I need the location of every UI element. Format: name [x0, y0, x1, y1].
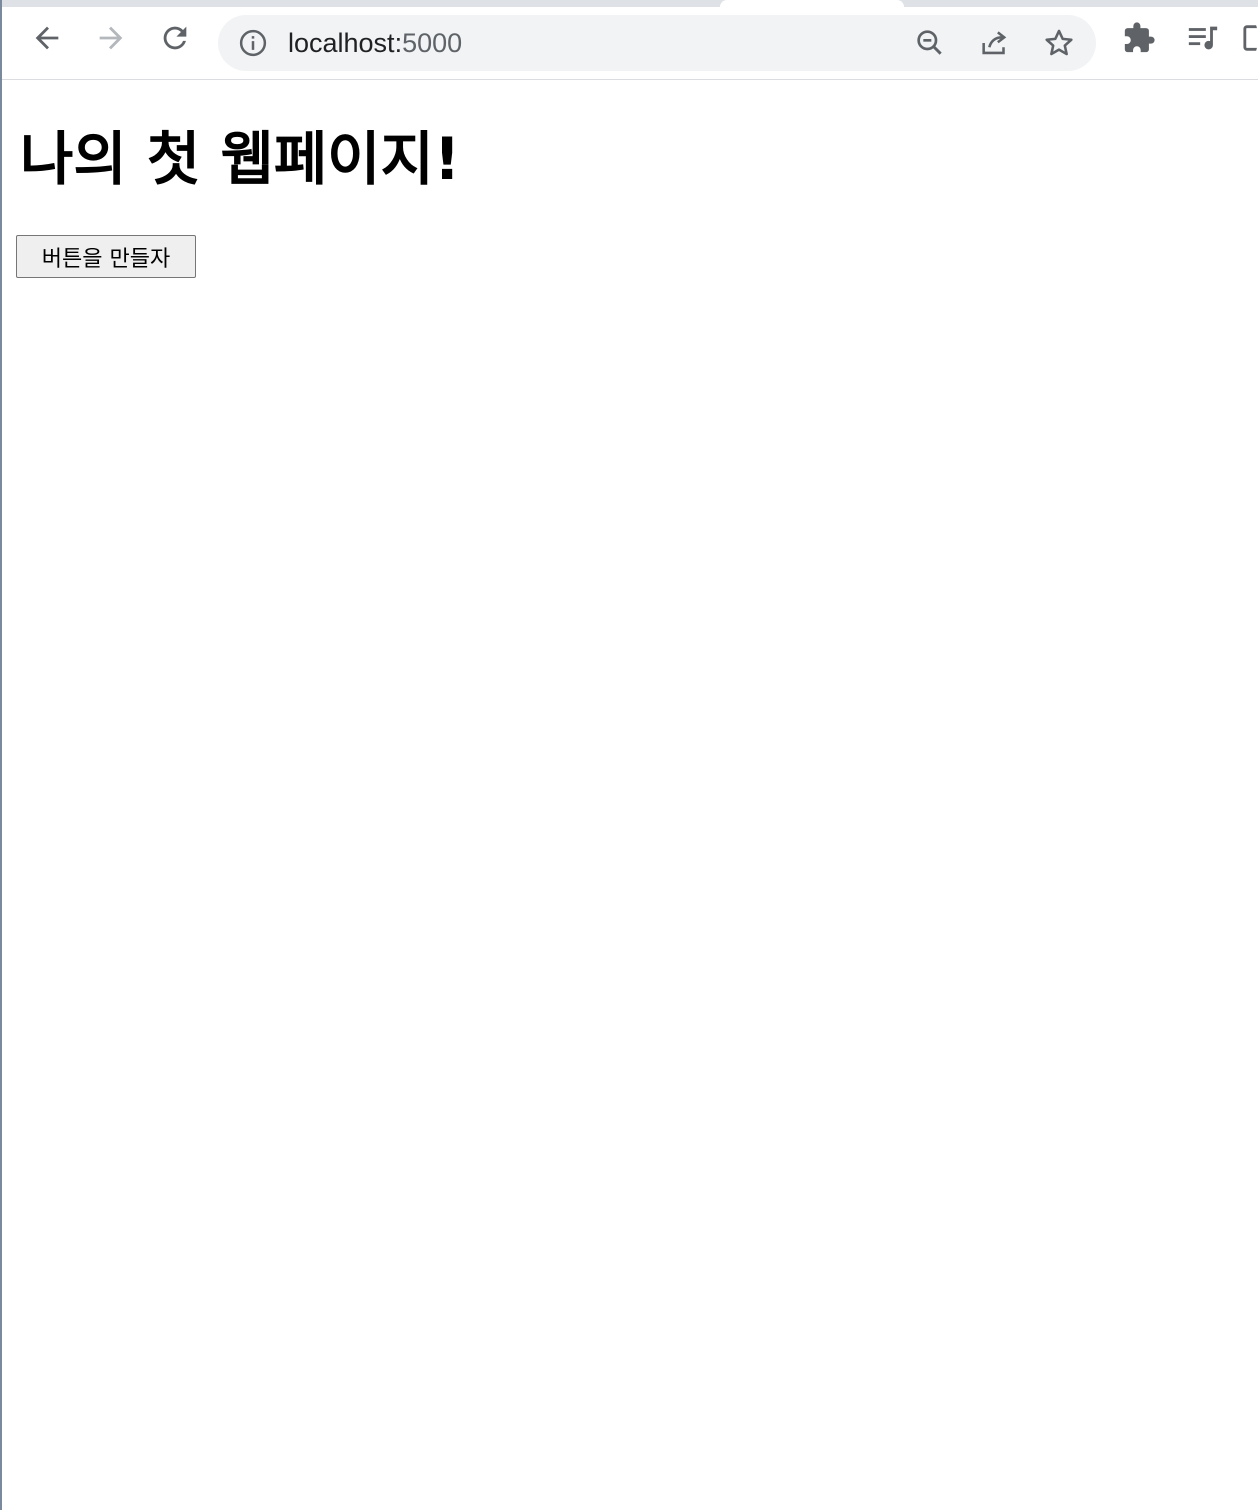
- site-info-button[interactable]: [238, 28, 268, 58]
- page-content: 나의 첫 웹페이지! 버튼을 만들자: [2, 81, 1258, 1510]
- address-bar[interactable]: localhost:5000: [218, 15, 1096, 71]
- url-port: 5000: [402, 28, 463, 58]
- active-tab[interactable]: [720, 0, 904, 7]
- extensions-puzzle-icon: [1122, 21, 1156, 55]
- make-button[interactable]: 버튼을 만들자: [16, 235, 196, 278]
- url-host: localhost:: [288, 28, 403, 58]
- extensions-button[interactable]: [1119, 18, 1159, 58]
- back-arrow-icon: [30, 21, 64, 55]
- browser-window: localhost:5000 나의 첫 웹페이지! 버튼을 만들자: [0, 0, 1258, 1510]
- site-info-icon: [238, 28, 268, 58]
- url-text[interactable]: localhost:5000: [288, 15, 462, 71]
- forward-arrow-icon: [94, 21, 128, 55]
- zoom-button[interactable]: [910, 23, 950, 63]
- media-controls-button[interactable]: [1183, 18, 1223, 58]
- reload-button[interactable]: [155, 18, 195, 58]
- side-panel-button[interactable]: [1242, 18, 1258, 58]
- zoom-out-icon: [914, 27, 946, 59]
- side-panel-icon: [1242, 21, 1258, 55]
- share-button[interactable]: [975, 23, 1015, 63]
- page-title: 나의 첫 웹페이지!: [20, 125, 461, 193]
- browser-toolbar: localhost:5000: [2, 7, 1258, 80]
- back-button[interactable]: [27, 18, 67, 58]
- tab-strip: [2, 0, 1258, 7]
- forward-button[interactable]: [91, 18, 131, 58]
- bookmark-button[interactable]: [1039, 23, 1079, 63]
- media-playlist-icon: [1186, 21, 1220, 55]
- bookmark-star-icon: [1042, 26, 1076, 60]
- reload-icon: [158, 21, 192, 55]
- share-icon: [978, 26, 1012, 60]
